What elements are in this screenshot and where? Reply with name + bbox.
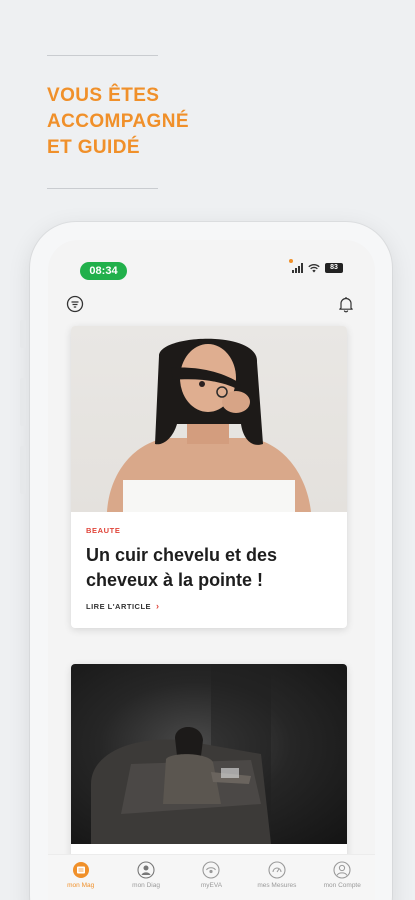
phone-side-button xyxy=(20,378,26,426)
status-time: 08:34 xyxy=(80,262,127,280)
measures-icon xyxy=(268,861,286,879)
eva-icon xyxy=(202,861,221,879)
read-article-link[interactable]: LIRE L'ARTICLE › xyxy=(86,601,332,611)
tab-mon-mag[interactable]: mon Mag xyxy=(51,861,111,889)
phone-side-button xyxy=(20,446,26,494)
app-screen: 08:34 83 BEAUTE Un cuir chevelu et des c… xyxy=(48,240,375,900)
tab-mon-compte[interactable]: mon Compte xyxy=(312,861,372,889)
promo-headline: VOUS ÊTES ACCOMPAGNÉ ET GUIDÉ xyxy=(47,83,189,161)
diagnostic-icon xyxy=(137,861,155,879)
article-card[interactable] xyxy=(71,664,347,864)
arrow-right-icon: › xyxy=(156,601,160,611)
headline-line-1: VOUS ÊTES xyxy=(47,85,160,106)
menu-circle-icon[interactable] xyxy=(66,295,84,313)
tab-label: mon Compte xyxy=(323,882,361,889)
phone-side-button xyxy=(20,320,26,348)
status-bar: 08:34 83 xyxy=(48,240,375,284)
battery-icon: 83 xyxy=(325,263,343,273)
tab-label: mon Diag xyxy=(132,882,160,889)
magazine-icon xyxy=(72,862,89,878)
tab-label: mon Mag xyxy=(67,882,95,889)
bell-icon[interactable] xyxy=(337,295,355,313)
signal-icon xyxy=(292,263,303,273)
article-card[interactable]: BEAUTE Un cuir chevelu et des cheveux à … xyxy=(71,326,347,628)
tab-mes-mesures[interactable]: mes Mesures xyxy=(247,861,307,889)
read-article-label: LIRE L'ARTICLE xyxy=(86,601,152,611)
tab-myeva[interactable]: myEVA xyxy=(181,861,241,889)
article-image xyxy=(71,326,347,512)
tab-label: mes Mesures xyxy=(257,882,297,889)
article-category: BEAUTE xyxy=(86,526,121,535)
account-icon xyxy=(333,861,351,879)
divider-top xyxy=(47,55,158,56)
app-header xyxy=(48,295,375,319)
woman-portrait-illustration xyxy=(107,338,311,512)
wifi-icon xyxy=(308,264,320,273)
bottom-tab-bar: mon Mag mon Diag myEVA mes Mesures mon C… xyxy=(48,854,375,900)
divider-bottom xyxy=(47,188,158,189)
tab-label: myEVA xyxy=(200,882,223,889)
article-image xyxy=(71,664,347,844)
headline-line-3: ET GUIDÉ xyxy=(47,137,140,158)
woman-on-sofa-illustration xyxy=(91,664,271,844)
status-icons: 83 xyxy=(292,263,343,273)
article-title[interactable]: Un cuir chevelu et des cheveux à la poin… xyxy=(86,543,332,593)
headline-line-2: ACCOMPAGNÉ xyxy=(47,111,189,132)
tab-mon-diag[interactable]: mon Diag xyxy=(116,861,176,889)
